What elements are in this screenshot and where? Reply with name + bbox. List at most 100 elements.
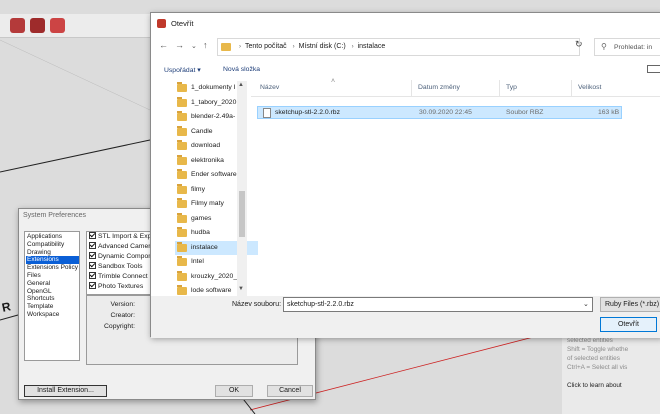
- folder-tree-label: elektronika: [191, 156, 224, 164]
- search-input[interactable]: ⚲ Prohledat: in: [594, 38, 660, 56]
- sort-up-icon: ˄: [331, 78, 336, 85]
- folder-icon: [177, 96, 187, 107]
- column-type[interactable]: Typ: [506, 84, 517, 91]
- extension-label: STL Import & Expo: [98, 233, 156, 240]
- search-icon: ⚲: [601, 42, 607, 51]
- search-placeholder: Prohledat: in: [614, 44, 653, 51]
- cancel-button[interactable]: Cancel: [267, 385, 313, 397]
- folder-icon: [177, 154, 187, 165]
- extension-checkbox[interactable]: [89, 272, 96, 279]
- folder-icon: [177, 270, 187, 281]
- toolbar-tool-icon[interactable]: [10, 18, 25, 33]
- column-header: ˄ Název Datum změny Typ Velikost: [251, 78, 660, 97]
- back-arrow-icon[interactable]: ←: [159, 40, 168, 50]
- recent-chevron-icon[interactable]: ⌄: [191, 42, 197, 50]
- copyright-label: Copyright:: [104, 323, 135, 330]
- command-bar: Uspořádat ▾ Nová složka: [151, 61, 660, 79]
- organize-button[interactable]: Uspořádat ▾: [164, 66, 201, 74]
- category-item[interactable]: Workspace: [26, 311, 79, 319]
- navigation-bar: ← → ⌄ ↑ › Tento počítač › Místní disk (C:)…: [151, 36, 660, 58]
- column-divider[interactable]: [571, 80, 572, 96]
- breadcrumb-item[interactable]: Tento počítač: [245, 43, 287, 50]
- refresh-icon[interactable]: ↻: [575, 39, 583, 50]
- file-list[interactable]: ˄ Název Datum změny Typ Velikost sketchu…: [251, 78, 660, 296]
- extension-label: Dynamic Compone: [98, 253, 156, 260]
- category-item[interactable]: Extensions: [26, 256, 79, 265]
- folder-tree-label: Filmy maty: [191, 200, 224, 207]
- toolbar-tool-icon[interactable]: [30, 18, 45, 33]
- folder-tree-label: download: [191, 142, 221, 149]
- extension-warehouse-icon[interactable]: [50, 18, 65, 33]
- window-title: System Preferences: [23, 212, 87, 219]
- file-icon: [263, 108, 271, 118]
- folder-icon: [177, 169, 187, 179]
- file-date: 30.09.2020 22:45: [419, 109, 472, 116]
- column-name[interactable]: Název: [260, 84, 279, 91]
- category-item[interactable]: Extensions Policy: [26, 264, 79, 272]
- filename-dropdown-icon[interactable]: ⌄: [583, 300, 589, 308]
- file-type: Soubor RBZ: [506, 109, 544, 116]
- address-bar[interactable]: › Tento počítač › Místní disk (C:) › instal…: [217, 38, 630, 56]
- category-item[interactable]: Applications: [26, 233, 79, 241]
- category-item[interactable]: General: [26, 280, 79, 288]
- filetype-select[interactable]: Ruby Files (*.rbz): [600, 297, 660, 312]
- scroll-down-icon[interactable]: ▼: [238, 286, 244, 292]
- extension-label: Advanced Camera: [98, 243, 155, 250]
- scroll-thumb[interactable]: [239, 191, 245, 237]
- folder-icon: [177, 111, 187, 121]
- extension-checkbox[interactable]: [89, 282, 96, 289]
- column-divider[interactable]: [411, 80, 412, 96]
- folder-icon: [177, 183, 187, 194]
- folder-tree-label: hudba: [191, 229, 210, 236]
- category-item[interactable]: Drawing: [26, 249, 79, 257]
- new-folder-button[interactable]: Nová složka: [223, 66, 260, 73]
- folder-icon: [177, 285, 187, 295]
- folder-tree-label: Candle: [191, 127, 213, 135]
- category-item[interactable]: OpenGL: [26, 288, 79, 296]
- install-extension-button[interactable]: Install Extension...: [24, 385, 107, 397]
- sketchup-app-icon: [157, 19, 166, 28]
- folder-icon: [177, 256, 187, 266]
- breadcrumb-item[interactable]: Místní disk (C:): [299, 43, 346, 50]
- category-list[interactable]: Applications Compatibility Drawing Extensio…: [24, 231, 80, 361]
- up-arrow-icon[interactable]: ↑: [203, 40, 208, 50]
- column-date[interactable]: Datum změny: [418, 84, 460, 91]
- folder-tree-label: games: [191, 214, 212, 222]
- column-size[interactable]: Velikost: [578, 84, 601, 91]
- category-item[interactable]: Files: [26, 272, 79, 280]
- extension-label: Photo Textures: [98, 283, 144, 290]
- creator-label: Creator:: [110, 312, 135, 319]
- file-row[interactable]: sketchup-stl-2.2.0.rbz 30.09.2020 22:45 …: [257, 106, 622, 119]
- folder-tree-label: 1_tabory_2020: [191, 98, 237, 106]
- folder-icon: [177, 227, 187, 237]
- folder-icon: [177, 212, 187, 223]
- forward-arrow-icon[interactable]: →: [175, 40, 184, 50]
- instructor-text-line: Click to learn about: [567, 382, 622, 389]
- instructor-text-line: of selected entities: [567, 355, 620, 362]
- breadcrumb: › Tento počítač › Místní disk (C:) › instal…: [239, 43, 386, 50]
- column-divider[interactable]: [499, 80, 500, 96]
- breadcrumb-item[interactable]: instalace: [358, 43, 386, 50]
- category-item[interactable]: Compatibility: [26, 241, 79, 249]
- scroll-up-icon[interactable]: ▲: [238, 82, 244, 88]
- instructor-text-line: [567, 372, 660, 381]
- ok-button[interactable]: OK: [215, 385, 253, 397]
- category-item[interactable]: Shortcuts: [26, 295, 79, 303]
- open-button[interactable]: Otevřít: [600, 317, 657, 332]
- file-name: sketchup-stl-2.2.0.rbz: [275, 109, 340, 116]
- extension-label: Trimble Connect: [98, 273, 148, 280]
- extension-checkbox[interactable]: [89, 232, 96, 239]
- dialog-footer: Název souboru: sketchup-stl-2.2.0.rbz ⌄ …: [151, 296, 660, 338]
- extension-checkbox[interactable]: [89, 252, 96, 259]
- extension-label: Sandbox Tools: [98, 263, 143, 270]
- extension-checkbox[interactable]: [89, 262, 96, 269]
- filename-value: sketchup-stl-2.2.0.rbz: [287, 301, 354, 308]
- extension-checkbox[interactable]: [89, 242, 96, 249]
- file-size: 163 kB: [598, 109, 620, 116]
- folder-tree-scrollbar[interactable]: ▲ ▼: [237, 81, 247, 296]
- filename-input[interactable]: sketchup-stl-2.2.0.rbz ⌄: [283, 297, 593, 312]
- folder-icon: [177, 125, 187, 136]
- view-options-icon[interactable]: [647, 65, 660, 73]
- category-item[interactable]: Template: [26, 303, 79, 311]
- dialog-title: Otevřít: [171, 19, 194, 28]
